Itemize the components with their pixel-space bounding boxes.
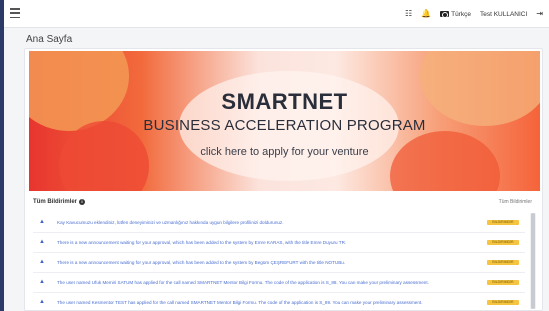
banner-text: SMARTNET BUSINESS ACCELERATION PROGRAM c… — [29, 51, 540, 191]
apply-banner[interactable]: SMARTNET BUSINESS ACCELERATION PROGRAM c… — [29, 51, 540, 191]
top-bar-actions: ☷ 🔔 Türkçe Test KULLANICI ⇥ — [405, 0, 543, 28]
notification-item[interactable]: ▲ There is a new announcement waiting fo… — [33, 253, 525, 271]
notification-item[interactable]: ▲ Kay Kavucumuzu eklendiniz, lütfen dene… — [33, 213, 525, 231]
info-icon[interactable]: i — [79, 199, 86, 205]
notification-item[interactable]: ▲ The user named Ufuk Memiri SATUM has a… — [33, 273, 525, 291]
notification-badge: BILDIRIMDIR — [487, 279, 519, 285]
notifications-title: Tüm Bildirimler — [33, 199, 78, 205]
notifications-list: ▲ Kay Kavucumuzu eklendiniz, lütfen dene… — [33, 213, 525, 309]
notifications-title-wrap: Tüm Bildirimler i — [33, 199, 86, 205]
banner-subheading: BUSINESS ACCELERATION PROGRAM — [143, 117, 426, 134]
notification-badge: BILDIRIMDIR — [487, 239, 519, 245]
top-bar: ☷ 🔔 Türkçe Test KULLANICI ⇥ — [4, 0, 549, 28]
notifications-scrollbar[interactable] — [530, 213, 536, 309]
banner-cta[interactable]: click here to apply for your venture — [29, 146, 540, 158]
notification-badge: BILDIRIMDIR — [487, 259, 519, 265]
language-label: Türkçe — [451, 10, 471, 18]
logout-icon[interactable]: ⇥ — [536, 10, 543, 18]
bell-icon: ▲ — [39, 259, 45, 265]
notification-badge: BILDIRIMDIR — [487, 299, 519, 305]
notifications-header: Tüm Bildirimler i Tüm Bildirimler — [33, 199, 532, 211]
bell-icon: ▲ — [39, 239, 45, 245]
bell-icon: ▲ — [39, 219, 45, 225]
notification-badge: BILDIRIMDIR — [487, 219, 519, 225]
hamburger-icon[interactable] — [10, 8, 20, 18]
notification-text: The user named Kesmentor TEST has applie… — [57, 299, 423, 305]
banner-heading: SMARTNET — [221, 89, 348, 114]
bell-icon: ▲ — [39, 279, 45, 285]
notification-text: The user named Ufuk Memiri SATUM has app… — [57, 279, 429, 285]
notification-text: There is a new announcement waiting for … — [57, 239, 347, 245]
user-name[interactable]: Test KULLANICI — [480, 11, 527, 18]
all-notifications-link[interactable]: Tüm Bildirimler — [499, 199, 532, 205]
scrollbar-thumb[interactable] — [531, 213, 535, 309]
list-icon[interactable]: ☷ — [405, 10, 412, 18]
notification-item[interactable]: ▲ There is a new announcement waiting fo… — [33, 233, 525, 251]
page-title: Ana Sayfa — [26, 34, 73, 45]
language-selector[interactable]: Türkçe — [440, 11, 471, 18]
notification-item[interactable]: ▲ The user named Kesmentor TEST has appl… — [33, 293, 525, 311]
notification-text: There is a new announcement waiting for … — [57, 259, 346, 265]
main-card: SMARTNET BUSINESS ACCELERATION PROGRAM c… — [24, 48, 543, 311]
notification-text: Kay Kavucumuzu eklendiniz, lütfen deneyi… — [57, 219, 284, 225]
bell-icon[interactable]: 🔔 — [421, 10, 431, 18]
bell-icon: ▲ — [39, 299, 45, 305]
flag-icon — [440, 11, 450, 18]
sidebar-edge — [0, 0, 4, 311]
